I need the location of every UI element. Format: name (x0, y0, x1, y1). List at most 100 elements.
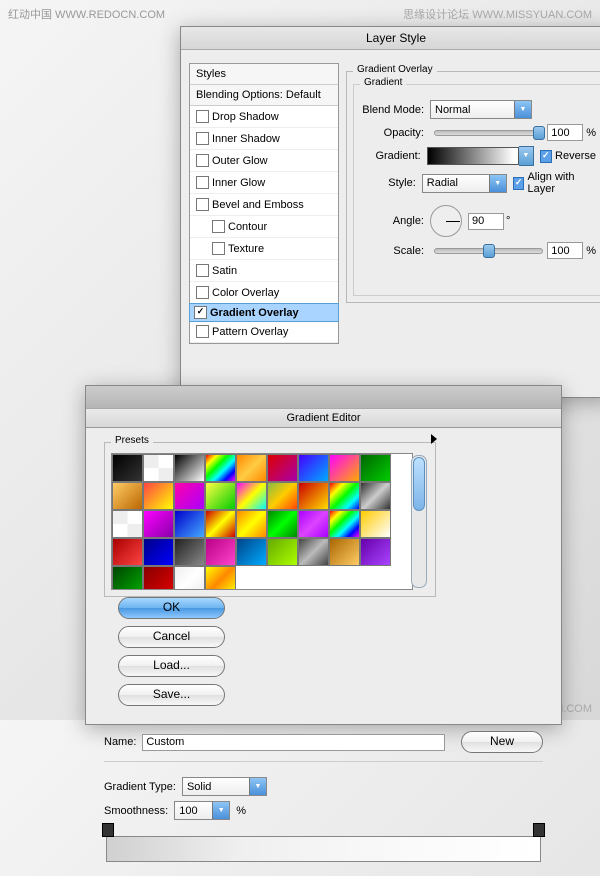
preset-swatch[interactable] (143, 482, 174, 510)
preset-swatch[interactable] (360, 454, 391, 482)
name-input[interactable] (142, 734, 445, 751)
angle-input[interactable] (468, 213, 504, 230)
new-button[interactable]: New (461, 731, 543, 753)
checkbox[interactable] (212, 242, 225, 255)
preset-swatch[interactable] (329, 538, 360, 566)
style-select[interactable]: Radial▼ (422, 174, 507, 193)
gradient-label: Gradient: (354, 150, 421, 162)
smoothness-input[interactable]: 100▼ (174, 801, 230, 820)
sidebar-styles-header[interactable]: Styles (190, 64, 338, 85)
preset-swatch[interactable] (236, 510, 267, 538)
checkbox[interactable] (196, 154, 209, 167)
preset-swatch[interactable] (329, 510, 360, 538)
scale-input[interactable] (547, 242, 583, 259)
preset-swatch[interactable] (205, 510, 236, 538)
preset-swatch[interactable] (298, 454, 329, 482)
angle-unit: ° (506, 215, 510, 227)
sidebar-item-satin[interactable]: Satin (190, 260, 338, 282)
checkbox[interactable] (196, 176, 209, 189)
chevron-icon: ▼ (514, 101, 531, 118)
gradient-swatch[interactable] (427, 147, 520, 165)
load-button[interactable]: Load... (118, 655, 225, 677)
gradient-overlay-group: Gradient Overlay Gradient Blend Mode: No… (346, 71, 600, 303)
opacity-stop-left[interactable] (102, 823, 114, 837)
preset-swatch[interactable] (112, 454, 143, 482)
layer-style-sidebar: Styles Blending Options: Default Drop Sh… (189, 63, 339, 344)
preset-swatch[interactable] (143, 538, 174, 566)
checkbox-checked[interactable] (194, 306, 207, 319)
checkbox[interactable] (196, 264, 209, 277)
gradient-type-select[interactable]: Solid▼ (182, 777, 267, 796)
name-label: Name: (104, 736, 136, 748)
sidebar-item-inner-shadow[interactable]: Inner Shadow (190, 128, 338, 150)
preset-swatch[interactable] (205, 566, 236, 590)
sidebar-item-color-overlay[interactable]: Color Overlay (190, 282, 338, 304)
align-checkbox[interactable] (513, 177, 525, 190)
blend-mode-label: Blend Mode: (354, 104, 424, 116)
preset-swatch[interactable] (298, 538, 329, 566)
preset-swatch[interactable] (329, 454, 360, 482)
gradient-bar[interactable] (106, 836, 541, 862)
preset-swatch[interactable] (236, 454, 267, 482)
preset-swatch[interactable] (112, 482, 143, 510)
ok-button[interactable]: OK (118, 597, 225, 619)
preset-swatch[interactable] (112, 510, 143, 538)
presets-menu-icon[interactable] (431, 434, 437, 444)
scale-unit: % (586, 245, 596, 257)
preset-swatch[interactable] (298, 482, 329, 510)
preset-swatch[interactable] (174, 566, 205, 590)
preset-swatch[interactable] (143, 454, 174, 482)
preset-swatch[interactable] (143, 510, 174, 538)
save-button[interactable]: Save... (118, 684, 225, 706)
opacity-stop-right[interactable] (533, 823, 545, 837)
preset-swatch[interactable] (360, 510, 391, 538)
preset-swatch[interactable] (360, 538, 391, 566)
preset-swatch[interactable] (360, 482, 391, 510)
preset-swatch[interactable] (205, 454, 236, 482)
blend-mode-select[interactable]: Normal▼ (430, 100, 532, 119)
checkbox[interactable] (196, 325, 209, 338)
preset-swatch[interactable] (174, 538, 205, 566)
opacity-slider[interactable] (434, 130, 543, 136)
checkbox[interactable] (196, 132, 209, 145)
group-title: Gradient Overlay (353, 64, 437, 75)
sidebar-blending-header[interactable]: Blending Options: Default (190, 85, 338, 106)
sidebar-item-drop-shadow[interactable]: Drop Shadow (190, 106, 338, 128)
reverse-checkbox[interactable] (540, 150, 552, 163)
preset-swatch[interactable] (267, 482, 298, 510)
preset-swatch[interactable] (143, 566, 174, 590)
preset-swatch[interactable] (267, 510, 298, 538)
checkbox[interactable] (212, 220, 225, 233)
cancel-button[interactable]: Cancel (118, 626, 225, 648)
preset-swatch[interactable] (112, 538, 143, 566)
preset-swatch[interactable] (174, 454, 205, 482)
preset-swatch[interactable] (174, 482, 205, 510)
sidebar-item-outer-glow[interactable]: Outer Glow (190, 150, 338, 172)
scroll-thumb[interactable] (413, 457, 425, 511)
preset-swatch[interactable] (174, 510, 205, 538)
preset-swatch[interactable] (267, 538, 298, 566)
preset-swatch[interactable] (267, 454, 298, 482)
angle-dial[interactable] (430, 205, 462, 237)
preset-swatch[interactable] (329, 482, 360, 510)
gradient-editor-title[interactable]: Gradient Editor (86, 409, 561, 428)
preset-swatch[interactable] (112, 566, 143, 590)
checkbox[interactable] (196, 198, 209, 211)
presets-scrollbar[interactable] (411, 455, 427, 588)
gradient-picker-button[interactable]: ▼ (519, 146, 533, 166)
preset-swatch[interactable] (205, 482, 236, 510)
sidebar-item-texture[interactable]: Texture (190, 238, 338, 260)
preset-swatch[interactable] (205, 538, 236, 566)
checkbox[interactable] (196, 110, 209, 123)
sidebar-item-bevel-emboss[interactable]: Bevel and Emboss (190, 194, 338, 216)
sidebar-item-gradient-overlay[interactable]: Gradient Overlay (189, 303, 339, 322)
checkbox[interactable] (196, 286, 209, 299)
sidebar-item-contour[interactable]: Contour (190, 216, 338, 238)
sidebar-item-inner-glow[interactable]: Inner Glow (190, 172, 338, 194)
sidebar-item-pattern-overlay[interactable]: Pattern Overlay (190, 321, 338, 343)
scale-slider[interactable] (434, 248, 543, 254)
preset-swatch[interactable] (236, 538, 267, 566)
preset-swatch[interactable] (298, 510, 329, 538)
opacity-input[interactable] (547, 124, 583, 141)
preset-swatch[interactable] (236, 482, 267, 510)
